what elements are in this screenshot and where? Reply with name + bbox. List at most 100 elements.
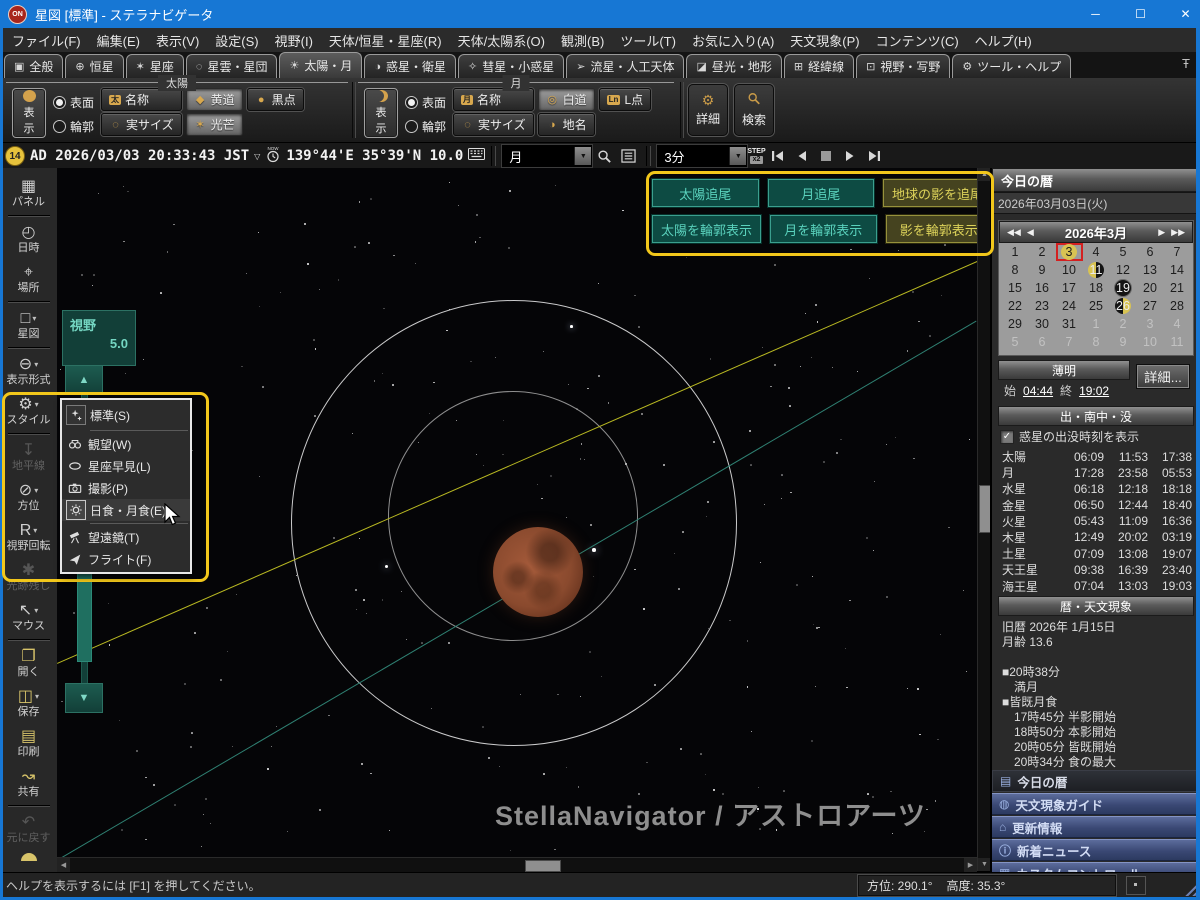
dropdown-arrow-icon[interactable]: ▼: [574, 147, 591, 165]
tab-全般[interactable]: ▣全般: [4, 54, 63, 78]
sun-outline-radio[interactable]: 輪郭: [53, 118, 94, 135]
sidebar-item-保存[interactable]: ◫▾保存: [0, 683, 57, 723]
accordion-item-新着ニュース[interactable]: ⓘ新着ニュース: [992, 839, 1198, 861]
menubar-item[interactable]: ヘルプ(H): [967, 31, 1040, 50]
calendar-day-5[interactable]: 5: [1110, 243, 1137, 261]
calendar-day-4[interactable]: 4: [1164, 315, 1191, 333]
sidebar-item-表示形式[interactable]: ⊖▾表示形式: [0, 351, 57, 391]
calendar-day-15[interactable]: 15: [1002, 279, 1029, 297]
ribbon-button-実サイズ[interactable]: ◌実サイズ: [101, 113, 182, 136]
calendar-day-26[interactable]: 26: [1110, 297, 1137, 315]
moon-outline-radio[interactable]: 輪郭: [405, 118, 446, 135]
calendar-day-8[interactable]: 8: [1083, 333, 1110, 351]
calendar-day-12[interactable]: 12: [1110, 261, 1137, 279]
minimize-button[interactable]: ─: [1073, 0, 1118, 28]
calendar-day-29[interactable]: 29: [1002, 315, 1029, 333]
calendar-day-24[interactable]: 24: [1056, 297, 1083, 315]
time-step-select[interactable]: 3分 ▼: [657, 145, 747, 167]
menubar-item[interactable]: コンテンツ(C): [868, 31, 967, 50]
next-year-icon[interactable]: ▶▶: [1168, 227, 1188, 238]
menubar-item[interactable]: 編集(E): [89, 31, 148, 50]
now-clock-icon[interactable]: NOW: [265, 145, 281, 168]
tab-昼光・地形[interactable]: ◪昼光・地形: [686, 54, 781, 78]
eclipsed-moon[interactable]: [493, 527, 583, 617]
play-backward-icon[interactable]: [790, 147, 814, 165]
calendar-day-9[interactable]: 9: [1110, 333, 1137, 351]
checkbox-icon[interactable]: ✓: [1000, 430, 1014, 444]
sidebar-item-日時[interactable]: ◴日時: [0, 219, 57, 259]
calendar-day-23[interactable]: 23: [1029, 297, 1056, 315]
menubar-item[interactable]: 観測(B): [553, 31, 612, 50]
menu-item-望遠鏡(T)[interactable]: 望遠鏡(T): [62, 526, 190, 548]
skip-end-icon[interactable]: [862, 147, 886, 165]
tab-流星・人工天体[interactable]: ➢流星・人工天体: [566, 54, 684, 78]
calendar-day-9[interactable]: 9: [1029, 261, 1056, 279]
tab-星雲・星団[interactable]: ◌星雲・星団: [186, 54, 278, 78]
calendar-day-19[interactable]: 19: [1110, 279, 1137, 297]
vertical-scrollbar[interactable]: ▲ ▼: [977, 168, 991, 871]
calendar-day-27[interactable]: 27: [1137, 297, 1164, 315]
sun-surface-radio[interactable]: 表面: [53, 94, 94, 111]
ribbon-button-黄道[interactable]: ◆黄道: [186, 88, 243, 111]
tab-経緯線[interactable]: ⊞経緯線: [784, 54, 854, 78]
calendar-day-7[interactable]: 7: [1056, 333, 1083, 351]
zoom-out-button[interactable]: ▼: [65, 683, 103, 713]
calendar-day-6[interactable]: 6: [1137, 243, 1164, 261]
sidebar-item-星図[interactable]: □▾星図: [0, 305, 57, 345]
calendar-day-2[interactable]: 2: [1029, 243, 1056, 261]
sidebar-item-開く[interactable]: ❐開く: [0, 643, 57, 683]
target-object-select[interactable]: 月 ▼: [502, 145, 592, 167]
horizontal-scrollbar[interactable]: ◀ ▶: [57, 857, 977, 872]
ribbon-button-名称[interactable]: 太名称: [101, 88, 182, 111]
prev-year-icon[interactable]: ◀◀: [1004, 227, 1024, 238]
twilight-end-time[interactable]: 19:02: [1079, 384, 1109, 398]
ribbon-button-L点[interactable]: LnL点: [599, 88, 651, 111]
target-mark-icon[interactable]: [1126, 876, 1146, 895]
calendar-day-3[interactable]: 3: [1056, 243, 1083, 261]
object-list-icon[interactable]: [616, 147, 640, 165]
ribbon-button-地名[interactable]: ◑地名: [538, 113, 595, 136]
calendar-day-14[interactable]: 14: [1164, 261, 1191, 279]
sidebar-item-場所[interactable]: ⌖場所: [0, 259, 57, 299]
close-button[interactable]: ✕: [1163, 0, 1200, 28]
calendar-day-28[interactable]: 28: [1164, 297, 1191, 315]
sidebar-item-印刷[interactable]: ▤印刷: [0, 723, 57, 763]
ribbon-button-白道[interactable]: ◎白道: [538, 88, 595, 111]
calendar-day-3[interactable]: 3: [1137, 315, 1164, 333]
calendar-day-18[interactable]: 18: [1083, 279, 1110, 297]
tab-視野・写野[interactable]: ⊡視野・写野: [856, 54, 950, 78]
calendar-day-1[interactable]: 1: [1083, 315, 1110, 333]
menubar-item[interactable]: お気に入り(A): [684, 31, 782, 50]
menubar-item[interactable]: 表示(V): [148, 31, 207, 50]
scroll-right-icon[interactable]: ▶: [964, 858, 977, 872]
menubar-item[interactable]: ファイル(F): [4, 31, 89, 50]
accordion-item-更新情報[interactable]: ⌂更新情報: [992, 816, 1198, 838]
prev-month-icon[interactable]: ◀: [1024, 227, 1037, 238]
calendar-day-20[interactable]: 20: [1137, 279, 1164, 297]
menu-item-標準(S)[interactable]: 標準(S): [62, 402, 190, 428]
calendar-day-10[interactable]: 10: [1056, 261, 1083, 279]
menubar-item[interactable]: 天体/恒星・星座(R): [321, 31, 450, 50]
twilight-start-time[interactable]: 04:44: [1023, 384, 1053, 398]
sidebar-item-共有[interactable]: ↝共有: [0, 763, 57, 803]
calendar-day-16[interactable]: 16: [1029, 279, 1056, 297]
sidebar-item-マウス[interactable]: ↖▾マウス: [0, 597, 57, 637]
next-month-icon[interactable]: ▶: [1155, 227, 1168, 238]
calendar-day-31[interactable]: 31: [1056, 315, 1083, 333]
calendar-day-6[interactable]: 6: [1029, 333, 1056, 351]
moon-show-button[interactable]: 表示: [364, 88, 398, 138]
menubar-item[interactable]: 天文現象(P): [782, 31, 867, 50]
calendar-day-8[interactable]: 8: [1002, 261, 1029, 279]
ribbon-button-実サイズ[interactable]: ◌実サイズ: [453, 113, 534, 136]
menubar-item[interactable]: ツール(T): [612, 31, 684, 50]
menubar-item[interactable]: 視野(I): [267, 31, 321, 50]
moon-age-badge[interactable]: 14: [5, 146, 25, 166]
maximize-button[interactable]: ☐: [1118, 0, 1163, 28]
play-forward-icon[interactable]: [838, 147, 862, 165]
zoom-in-button[interactable]: ▲: [65, 365, 103, 395]
calendar-day-11[interactable]: 11: [1164, 333, 1191, 351]
calendar-day-17[interactable]: 17: [1056, 279, 1083, 297]
ribbon-button-光芒[interactable]: ✶光芒: [186, 113, 243, 136]
sidebar-item-パネル[interactable]: ▦パネル: [0, 173, 57, 213]
calendar-day-25[interactable]: 25: [1083, 297, 1110, 315]
